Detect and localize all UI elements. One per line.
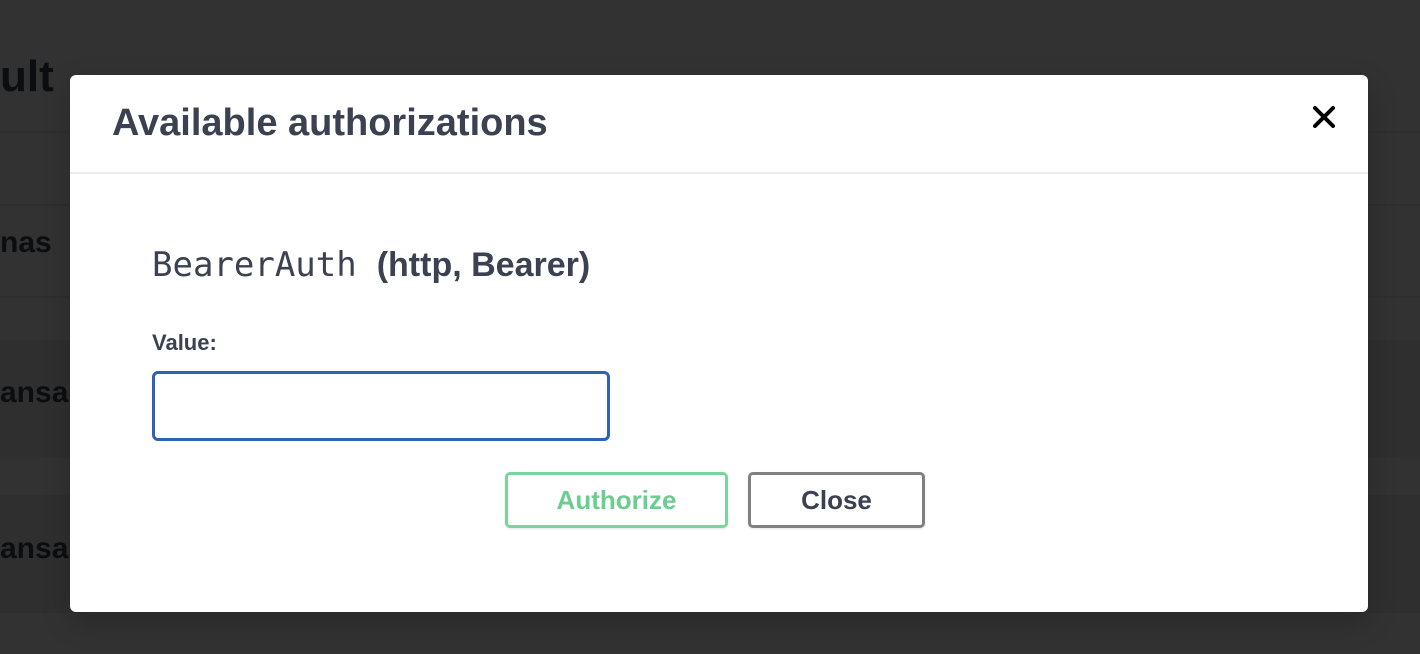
authorize-button[interactable]: Authorize [505, 472, 728, 528]
modal-header: Available authorizations [70, 75, 1368, 174]
authorization-modal: Available authorizations BearerAuth (htt… [70, 75, 1368, 612]
auth-scheme-title: BearerAuth (http, Bearer) [152, 245, 590, 285]
auth-scheme-type: (http, Bearer) [376, 246, 591, 284]
auth-scheme-block: BearerAuth (http, Bearer) [152, 245, 590, 285]
value-label: Value: [152, 330, 217, 355]
auth-scheme-name: BearerAuth [152, 245, 357, 285]
close-icon[interactable] [1310, 103, 1338, 131]
bearer-token-input[interactable] [152, 371, 610, 441]
close-button[interactable]: Close [748, 472, 925, 528]
modal-title: Available authorizations [112, 102, 548, 144]
